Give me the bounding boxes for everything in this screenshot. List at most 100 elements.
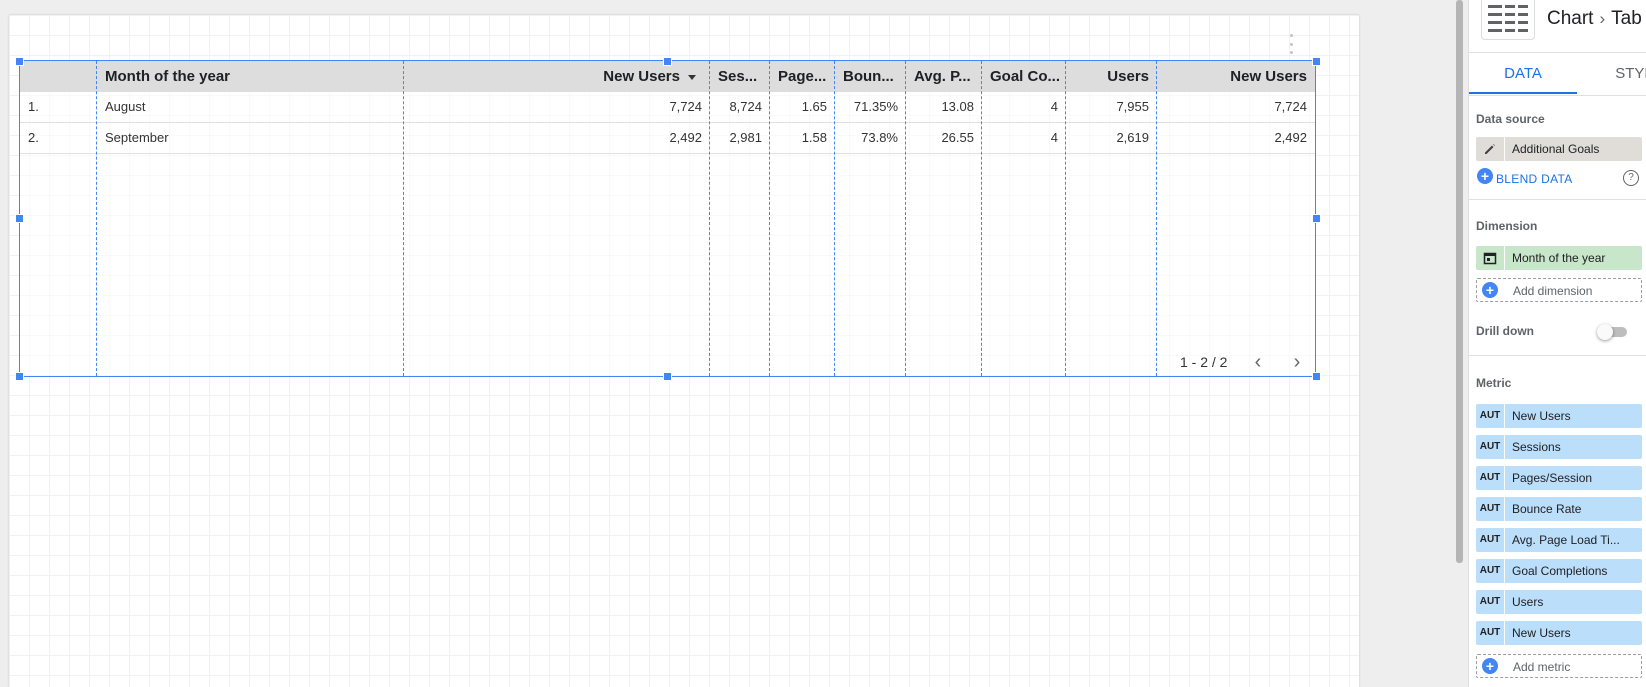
drill-down-label: Drill down [1476, 324, 1534, 338]
aggregation-tag[interactable]: AUT [1476, 621, 1505, 645]
add-metric-button[interactable]: + Add metric [1476, 654, 1642, 678]
add-circle-icon[interactable]: + [1477, 168, 1493, 184]
add-circle-icon: + [1482, 282, 1498, 298]
drill-down-toggle[interactable] [1597, 324, 1629, 340]
table-cell: 71.35% [853, 99, 898, 114]
table-chart[interactable]: Month of the year New Users Ses... Page.… [19, 60, 1316, 377]
chevron-right-icon[interactable]: › [1287, 352, 1307, 372]
edit-pencil-icon[interactable] [1476, 137, 1505, 161]
add-dimension-label: Add dimension [1513, 284, 1593, 298]
table-cell: 2. [28, 130, 39, 145]
resize-handle-bottom-right[interactable] [1312, 372, 1321, 381]
data-source-name: Additional Goals [1512, 142, 1600, 156]
add-dimension-button[interactable]: + Add dimension [1476, 278, 1642, 302]
calendar-icon [1476, 246, 1505, 270]
add-circle-icon: + [1482, 658, 1498, 674]
help-icon[interactable]: ? [1623, 170, 1639, 186]
column-guide[interactable] [1156, 61, 1157, 376]
chevron-right-icon: › [1599, 9, 1606, 28]
table-cell: 7,724 [1274, 99, 1307, 114]
aggregation-tag[interactable]: AUT [1476, 559, 1505, 583]
header-pages-session[interactable]: Page... [770, 61, 835, 92]
resize-handle-right[interactable] [1312, 214, 1321, 223]
sort-descending-icon[interactable] [688, 74, 696, 80]
header-sessions[interactable]: Ses... [710, 61, 770, 92]
header-users[interactable]: Users [1066, 61, 1157, 92]
metric-name: Sessions [1512, 440, 1561, 454]
tab-data[interactable]: DATA [1469, 53, 1577, 94]
metric-chip-new-users-2[interactable]: AUT New Users [1476, 621, 1642, 645]
resize-handle-top[interactable] [663, 57, 672, 66]
table-cell: September [105, 130, 169, 145]
table-cell: 2,619 [1116, 130, 1149, 145]
metric-chip-sessions[interactable]: AUT Sessions [1476, 435, 1642, 459]
pagination-label: 1 - 2 / 2 [1180, 354, 1228, 370]
metric-chip-pages-session[interactable]: AUT Pages/Session [1476, 466, 1642, 490]
panel-tabs: DATA STYLE [1469, 52, 1646, 96]
resize-handle-top-left[interactable] [15, 57, 24, 66]
chart-type-breadcrumb: Chart › Tab [1547, 8, 1642, 30]
column-guide[interactable] [709, 61, 710, 376]
chevron-left-icon[interactable]: ‹ [1248, 352, 1268, 372]
metric-name: Avg. Page Load Ti... [1512, 533, 1620, 547]
column-guide[interactable] [96, 61, 97, 376]
table-cell: 7,724 [669, 99, 702, 114]
dimension-name: Month of the year [1512, 251, 1606, 265]
resize-handle-bottom-left[interactable] [15, 372, 24, 381]
resize-handle-left[interactable] [15, 214, 24, 223]
tab-style[interactable]: STYLE [1609, 53, 1646, 94]
section-divider [1469, 199, 1646, 200]
breadcrumb-table: Tab [1611, 8, 1642, 29]
aggregation-tag[interactable]: AUT [1476, 528, 1505, 552]
metric-chip-new-users[interactable]: AUT New Users [1476, 404, 1642, 428]
header-new-users-2[interactable]: New Users [1157, 61, 1315, 92]
metric-chip-avg-page-load-time[interactable]: AUT Avg. Page Load Ti... [1476, 528, 1642, 552]
metric-name: Bounce Rate [1512, 502, 1582, 516]
section-divider [1469, 355, 1646, 356]
table-cell: August [105, 99, 146, 114]
table-cell: 1. [28, 99, 39, 114]
aggregation-tag[interactable]: AUT [1476, 466, 1505, 490]
table-cell: 2,492 [669, 130, 702, 145]
data-source-chip[interactable]: Additional Goals [1476, 137, 1642, 161]
metric-chip-bounce-rate[interactable]: AUT Bounce Rate [1476, 497, 1642, 521]
resize-handle-top-right[interactable] [1312, 57, 1321, 66]
row-divider [20, 153, 1315, 154]
canvas-scrollbar-thumb[interactable] [1456, 0, 1463, 563]
more-options-icon[interactable] [1288, 34, 1294, 54]
column-guide[interactable] [1065, 61, 1066, 376]
blend-data-button[interactable]: BLEND DATA [1496, 172, 1573, 186]
properties-panel: Chart › Tab DATA STYLE Data source Additio… [1468, 0, 1646, 687]
header-bounce-rate[interactable]: Boun... [835, 61, 906, 92]
resize-handle-bottom[interactable] [663, 372, 672, 381]
metric-name: Goal Completions [1512, 564, 1608, 578]
column-guide[interactable] [905, 61, 906, 376]
aggregation-tag[interactable]: AUT [1476, 404, 1505, 428]
column-guide[interactable] [769, 61, 770, 376]
metric-name: Pages/Session [1512, 471, 1593, 485]
table-cell: 2,981 [729, 130, 762, 145]
table-cell: 13.08 [941, 99, 974, 114]
data-source-label: Data source [1476, 112, 1545, 126]
metric-chip-goal-completions[interactable]: AUT Goal Completions [1476, 559, 1642, 583]
header-avg-page-load-time[interactable]: Avg. P... [906, 61, 982, 92]
table-cell: 2,492 [1274, 130, 1307, 145]
table-cell: 1.65 [801, 99, 827, 114]
metric-chip-users[interactable]: AUT Users [1476, 590, 1642, 614]
column-guide[interactable] [403, 61, 404, 376]
aggregation-tag[interactable]: AUT [1476, 497, 1505, 521]
breadcrumb-chart: Chart [1547, 8, 1594, 29]
table-cell: 26.55 [941, 130, 974, 145]
metric-label: Metric [1476, 376, 1512, 390]
dimension-chip[interactable]: Month of the year [1476, 246, 1642, 270]
header-goal-completions[interactable]: Goal Co... [982, 61, 1066, 92]
column-guide[interactable] [834, 61, 835, 376]
add-metric-label: Add metric [1513, 660, 1571, 674]
table-chart-icon[interactable] [1481, 0, 1535, 40]
header-month-of-the-year[interactable]: Month of the year [97, 61, 404, 92]
aggregation-tag[interactable]: AUT [1476, 435, 1505, 459]
column-guide[interactable] [981, 61, 982, 376]
header-new-users-label: New Users [603, 68, 680, 85]
table-cell: 8,724 [729, 99, 762, 114]
aggregation-tag[interactable]: AUT [1476, 590, 1505, 614]
